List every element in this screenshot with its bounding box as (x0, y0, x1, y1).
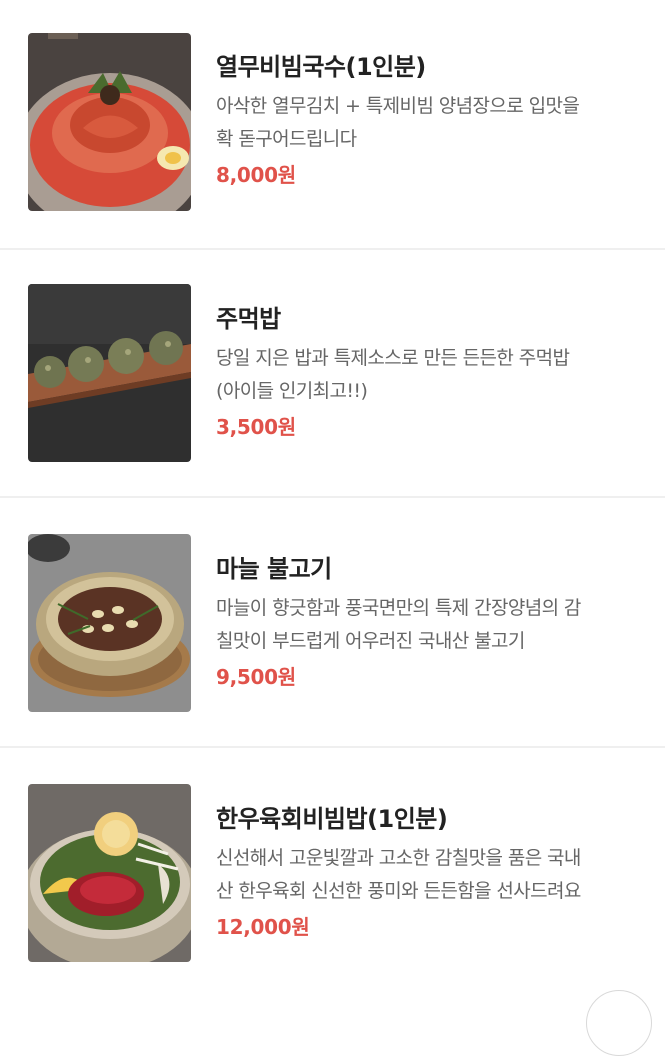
description-line: 당일 지은 밥과 특제소스로 만든 든든한 주먹밥 (216, 347, 570, 369)
menu-item-description: 당일 지은 밥과 특제소스로 만든 든든한 주먹밥 (아이들 인기최고!!) (216, 342, 636, 408)
menu-item-info: 한우육회비빔밥(1인분) 신선해서 고운빛깔과 고소한 감칠맛을 품은 국내 산… (216, 802, 636, 942)
menu-item[interactable]: 주먹밥 당일 지은 밥과 특제소스로 만든 든든한 주먹밥 (아이들 인기최고!… (0, 248, 665, 498)
bibim-noodles-photo[interactable] (28, 33, 191, 211)
menu-item-price: 8,000원 (216, 163, 296, 187)
menu-item-info: 주먹밥 당일 지은 밥과 특제소스로 만든 든든한 주먹밥 (아이들 인기최고!… (216, 302, 636, 442)
description-line: 신선해서 고운빛깔과 고소한 감칠맛을 품은 국내 (216, 847, 581, 869)
scroll-to-top-button[interactable] (586, 990, 652, 1056)
menu-item-info: 열무비빔국수(1인분) 아삭한 열무김치 + 특제비빔 양념장으로 입맛을 확 … (216, 50, 636, 190)
menu-item-price: 12,000원 (216, 915, 310, 939)
description-line: 아삭한 열무김치 + 특제비빔 양념장으로 입맛을 (216, 95, 580, 117)
rice-ball-photo[interactable] (28, 284, 191, 462)
menu-item-name: 주먹밥 (216, 305, 281, 333)
menu-item-name: 마늘 불고기 (216, 555, 332, 583)
menu-list: 열무비빔국수(1인분) 아삭한 열무김치 + 특제비빔 양념장으로 입맛을 확 … (0, 0, 665, 1008)
description-line: (아이들 인기최고!!) (216, 380, 368, 402)
garlic-bulgogi-photo[interactable] (28, 534, 191, 712)
menu-item[interactable]: 한우육회비빔밥(1인분) 신선해서 고운빛깔과 고소한 감칠맛을 품은 국내 산… (0, 748, 665, 998)
menu-item-price: 9,500원 (216, 665, 296, 689)
description-line: 산 한우육회 신선한 풍미와 든든함을 선사드려요 (216, 880, 581, 902)
menu-item-price: 3,500원 (216, 415, 296, 439)
menu-item-description: 신선해서 고운빛깔과 고소한 감칠맛을 품은 국내 산 한우육회 신선한 풍미와… (216, 842, 636, 908)
description-line: 확 돋구어드립니다 (216, 128, 357, 150)
menu-item-name: 열무비빔국수(1인분) (216, 53, 426, 81)
description-line: 칠맛이 부드럽게 어우러진 국내산 불고기 (216, 630, 525, 652)
beef-tartare-bibimbap-photo[interactable] (28, 784, 191, 962)
menu-item-name: 한우육회비빔밥(1인분) (216, 805, 448, 833)
menu-item-info: 마늘 불고기 마늘이 향긋함과 풍국면만의 특제 간장양념의 감 칠맛이 부드럽… (216, 552, 636, 692)
menu-item[interactable]: 열무비빔국수(1인분) 아삭한 열무김치 + 특제비빔 양념장으로 입맛을 확 … (0, 0, 665, 250)
menu-item[interactable]: 마늘 불고기 마늘이 향긋함과 풍국면만의 특제 간장양념의 감 칠맛이 부드럽… (0, 498, 665, 748)
menu-item-description: 마늘이 향긋함과 풍국면만의 특제 간장양념의 감 칠맛이 부드럽게 어우러진 … (216, 592, 636, 658)
menu-item-description: 아삭한 열무김치 + 특제비빔 양념장으로 입맛을 확 돋구어드립니다 (216, 90, 636, 156)
description-line: 마늘이 향긋함과 풍국면만의 특제 간장양념의 감 (216, 597, 581, 619)
